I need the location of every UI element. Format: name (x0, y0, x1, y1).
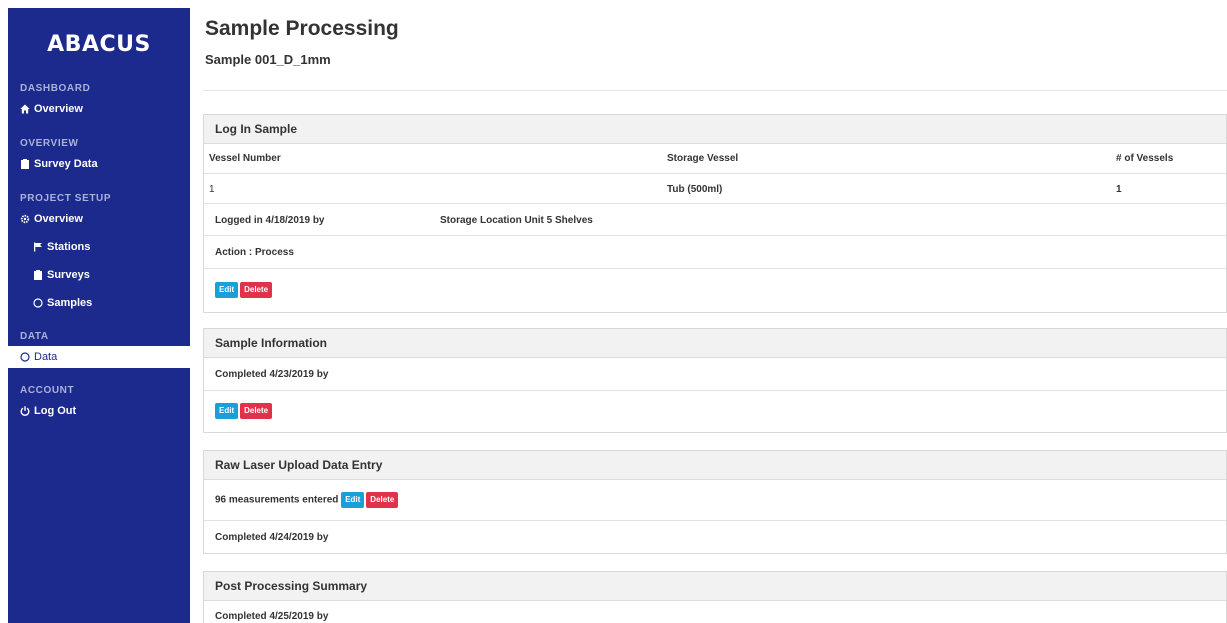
post-processing-summary-card: Post Processing Summary Completed 4/25/2… (203, 571, 1227, 623)
table-row: 1 Tub (500ml) 1 (204, 174, 1226, 204)
sidebar-heading-dashboard: DASHBOARD (20, 83, 91, 94)
logged-in-row: Logged in 4/18/2019 by Storage Location … (204, 204, 1226, 236)
logged-in-text: Logged in 4/18/2019 by (215, 215, 325, 226)
completed-text: Completed 4/24/2019 by (215, 532, 329, 543)
circle-icon (20, 352, 30, 363)
sidebar-item-samples[interactable]: Samples (8, 292, 190, 314)
buttons-row: Edit Delete (204, 391, 1226, 432)
gear-icon (20, 214, 30, 225)
delete-button[interactable]: Delete (240, 403, 273, 419)
vessel-count-value: 1 (1116, 184, 1122, 195)
power-icon (20, 406, 30, 417)
home-icon (20, 104, 30, 115)
raw-laser-upload-card: Raw Laser Upload Data Entry 96 measureme… (203, 450, 1227, 554)
edit-button[interactable]: Edit (215, 403, 239, 419)
sidebar-item-dashboard-overview[interactable]: Overview (8, 98, 190, 120)
clipboard-icon (33, 270, 43, 281)
delete-button[interactable]: Delete (240, 282, 273, 298)
buttons-row: Edit Delete (204, 269, 1226, 313)
completed-row: Completed 4/24/2019 by (204, 521, 1226, 553)
card-header: Raw Laser Upload Data Entry (204, 451, 1226, 480)
sample-information-card: Sample Information Completed 4/23/2019 b… (203, 328, 1227, 433)
page-subtitle: Sample 001_D_1mm (205, 52, 331, 67)
delete-button[interactable]: Delete (366, 492, 399, 508)
clipboard-icon (20, 159, 30, 170)
sidebar: ABACUS DASHBOARD Overview OVERVIEW Surve… (8, 8, 190, 623)
button-group: Edit Delete (215, 282, 273, 298)
card-header: Post Processing Summary (204, 572, 1226, 601)
circle-icon (33, 298, 43, 309)
card-header: Log In Sample (204, 115, 1226, 144)
sidebar-item-label: Samples (47, 297, 93, 309)
completed-text: Completed 4/25/2019 by (215, 611, 329, 622)
sidebar-heading-project-setup: PROJECT SETUP (20, 193, 112, 204)
measurements-group: 96 measurements entered Edit Delete (215, 492, 399, 508)
vessel-number-value: 1 (209, 184, 215, 195)
edit-button[interactable]: Edit (215, 282, 239, 298)
sidebar-item-label: Overview (34, 103, 83, 115)
sidebar-item-project-overview[interactable]: Overview (8, 208, 190, 230)
sidebar-heading-account: ACCOUNT (20, 385, 75, 396)
action-text: Action : Process (215, 247, 294, 258)
completed-row: Completed 4/25/2019 by (204, 601, 1226, 623)
measurements-text: 96 measurements entered (215, 494, 339, 506)
column-header-storage-vessel: Storage Vessel (667, 153, 739, 164)
completed-text: Completed 4/23/2019 by (215, 369, 329, 380)
action-row: Action : Process (204, 236, 1226, 269)
flag-icon (33, 242, 43, 253)
sidebar-heading-data: DATA (20, 331, 49, 342)
main-content: Sample Processing Sample 001_D_1mm Log I… (203, 0, 1227, 623)
table-header-row: Vessel Number Storage Vessel # of Vessel… (204, 144, 1226, 174)
abacus-logo[interactable]: ABACUS (8, 8, 190, 76)
measurements-row: 96 measurements entered Edit Delete (204, 480, 1226, 521)
card-header: Sample Information (204, 329, 1226, 358)
column-header-vessel-number: Vessel Number (209, 153, 281, 164)
sidebar-item-stations[interactable]: Stations (8, 236, 190, 258)
edit-button[interactable]: Edit (341, 492, 365, 508)
sidebar-item-label: Surveys (47, 269, 90, 281)
sidebar-item-label: Stations (47, 241, 91, 253)
sidebar-item-label: Overview (34, 213, 83, 225)
completed-row: Completed 4/23/2019 by (204, 358, 1226, 391)
divider (203, 90, 1227, 91)
button-group: Edit Delete (215, 403, 273, 419)
sidebar-item-label: Data (34, 351, 58, 363)
log-in-sample-card: Log In Sample Vessel Number Storage Vess… (203, 114, 1227, 313)
sidebar-item-surveys[interactable]: Surveys (8, 264, 190, 286)
sidebar-item-label: Survey Data (34, 158, 98, 170)
sidebar-item-label: Log Out (34, 405, 77, 417)
sidebar-item-log-out[interactable]: Log Out (8, 400, 190, 422)
sidebar-item-survey-data[interactable]: Survey Data (8, 153, 190, 175)
column-header-vessel-count: # of Vessels (1116, 153, 1174, 164)
sidebar-heading-overview: OVERVIEW (20, 138, 79, 149)
sidebar-item-data[interactable]: Data (8, 346, 190, 368)
page-title: Sample Processing (205, 17, 399, 40)
storage-location-text: Storage Location Unit 5 Shelves (440, 215, 593, 226)
storage-vessel-value: Tub (500ml) (667, 184, 723, 195)
